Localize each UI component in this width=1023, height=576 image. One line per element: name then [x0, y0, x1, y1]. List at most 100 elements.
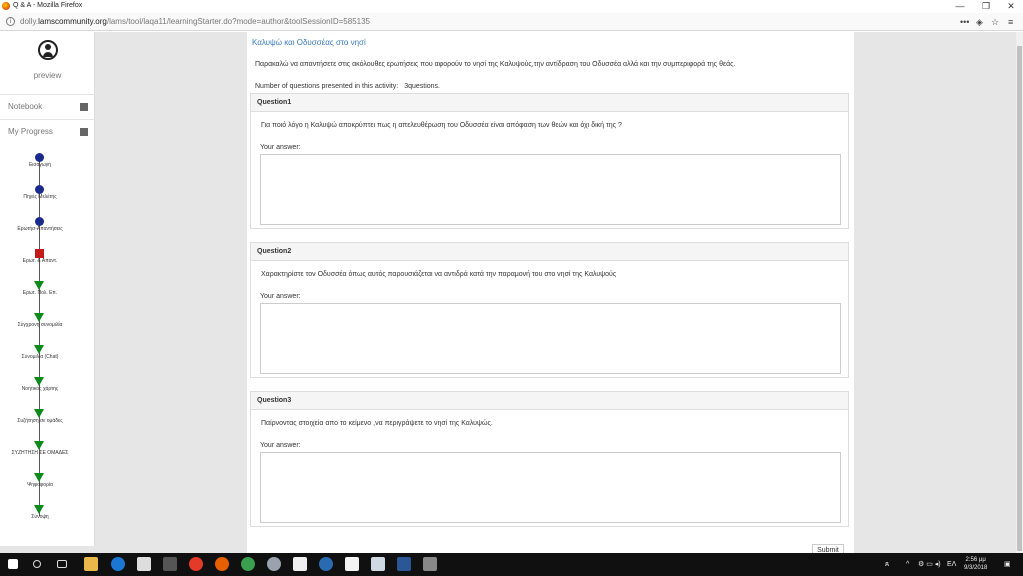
more-icon[interactable]: ••• — [960, 13, 969, 31]
url-text[interactable]: dolly.lamscommunity.org/lams/tool/laqa11… — [20, 13, 370, 31]
app4-icon[interactable] — [371, 557, 385, 571]
tray-chevron-icon[interactable]: ^ — [906, 553, 909, 576]
map-icon — [80, 128, 88, 136]
question-header: Question2 — [251, 243, 848, 261]
avatar — [38, 40, 58, 60]
completed-step-icon — [35, 217, 44, 226]
upcoming-step-icon — [34, 473, 44, 482]
answer-label: Your answer: — [260, 144, 301, 151]
app3-icon[interactable] — [267, 557, 281, 571]
upcoming-step-icon — [34, 313, 44, 322]
clock-date: 9/3/2018 — [964, 565, 988, 571]
chrome-icon[interactable] — [189, 557, 203, 571]
mail-icon[interactable] — [293, 557, 307, 571]
url-bar[interactable]: i dolly.lamscommunity.org/lams/tool/laqa… — [0, 13, 1023, 31]
step-label: Εισαγωγή — [28, 162, 52, 168]
step-label: Σύγχρονη συνομιλία — [17, 322, 63, 328]
close-button[interactable]: ✕ — [1001, 0, 1021, 12]
preview-label: preview — [33, 71, 62, 80]
page-area: preview Notebook My Progress Εισαγωγή Πη… — [0, 32, 1023, 558]
my-progress-label: My Progress — [8, 127, 53, 136]
search-icon[interactable] — [33, 560, 41, 568]
current-step-icon — [35, 249, 44, 258]
step-11[interactable]: Ψηφοφορία — [0, 473, 80, 503]
scrollbar-thumb[interactable] — [1017, 46, 1022, 551]
question-count: Number of questions presented in this ac… — [255, 83, 440, 90]
question-text: Παίρνοντας στοιχεία απο το κείμενο ,να π… — [261, 420, 493, 427]
step-label: Συζήτηση σε ομάδες — [17, 418, 63, 424]
question-panel-2: Question2 Χαρακτηρίστε τον Οδυσσέα όπως … — [250, 242, 849, 378]
store-icon[interactable] — [137, 557, 151, 571]
notifications-icon[interactable]: ▣ — [1004, 553, 1011, 576]
question-header: Question3 — [251, 392, 848, 410]
step-label: Ερωτ. Πολ. Επ. — [22, 290, 58, 296]
edge-icon[interactable] — [111, 557, 125, 571]
step-label: Ερωτήσ-Απαντήσεις — [17, 226, 63, 232]
completed-step-icon — [35, 185, 44, 194]
minimize-button[interactable]: — — [950, 0, 970, 12]
question-panel-3: Question3 Παίρνοντας στοιχεία απο το κεί… — [250, 391, 849, 527]
upcoming-step-icon — [34, 409, 44, 418]
my-progress-link[interactable]: My Progress — [0, 119, 95, 143]
window-title: Q & A - Mozilla Firefox — [13, 2, 83, 9]
answer-textarea-2[interactable] — [260, 303, 841, 374]
question-text: Χαρακτηρίστε τον Οδυσσέα όπως αυτός παρο… — [261, 271, 617, 278]
step-3[interactable]: Ερωτήσ-Απαντήσεις — [0, 217, 80, 247]
restore-button[interactable]: ❐ — [976, 0, 996, 12]
page-scrollbar[interactable] — [1016, 32, 1023, 553]
progress-steps: Εισαγωγή Πηγές Μελέτης Ερωτήσ-Απαντήσεις… — [0, 150, 95, 530]
word-icon[interactable] — [397, 557, 411, 571]
app5-icon[interactable] — [423, 557, 437, 571]
window-titlebar: Q & A - Mozilla Firefox — ❐ ✕ — [0, 0, 1023, 12]
step-2[interactable]: Πηγές Μελέτης — [0, 185, 80, 215]
notebook-link[interactable]: Notebook — [0, 94, 95, 118]
step-8[interactable]: Νοητικός χάρτης — [0, 377, 80, 407]
step-label: Σύνοψη — [31, 514, 49, 520]
app2-icon[interactable] — [241, 557, 255, 571]
step-label: Ψηφοφορία — [27, 482, 53, 488]
answer-label: Your answer: — [260, 442, 301, 449]
pocket-icon[interactable]: ◈ — [976, 13, 983, 31]
firefox-icon — [2, 2, 10, 10]
start-icon[interactable] — [8, 559, 18, 569]
tray-icons[interactable]: ⚙ ▭ ◂) — [918, 553, 941, 576]
step-label: Ερωτ. & Απαντ. — [22, 258, 58, 264]
step-9[interactable]: Συζήτηση σε ομάδες — [0, 409, 80, 439]
step-5[interactable]: Ερωτ. Πολ. Επ. — [0, 281, 80, 311]
question-panel-1: Question1 Για ποιό λόγο η Καλυψώ αποκρύπ… — [250, 93, 849, 229]
people-icon[interactable]: ጸ — [885, 553, 889, 576]
firefox-taskbar-icon[interactable] — [215, 557, 229, 571]
question-text: Για ποιό λόγο η Καλυψώ αποκρύπτει πως η … — [261, 122, 622, 129]
upcoming-step-icon — [34, 345, 44, 354]
step-10[interactable]: ΣΥΖΗΤΗΣΗ ΣΕ ΟΜΑΔΕΣ — [0, 441, 80, 471]
clock[interactable]: 2:56 μμ 9/3/2018 — [964, 556, 987, 572]
upcoming-step-icon — [34, 281, 44, 290]
answer-textarea-3[interactable] — [260, 452, 841, 523]
answer-textarea-1[interactable] — [260, 154, 841, 225]
step-12[interactable]: Σύνοψη — [0, 505, 80, 535]
menu-icon[interactable]: ≡ — [1008, 13, 1013, 31]
step-label: ΣΥΖΗΤΗΣΗ ΣΕ ΟΜΑΔΕΣ — [11, 450, 69, 456]
activity-instructions: Παρακαλώ να απαντήσετε στις ακόλουθες ερ… — [255, 61, 736, 68]
activity-title: Καλυψώ και Οδυσσέας στο νησί — [252, 38, 366, 47]
step-1[interactable]: Εισαγωγή — [0, 153, 80, 183]
step-label: Πηγές Μελέτης — [23, 194, 57, 200]
task-view-icon[interactable] — [57, 560, 67, 568]
upcoming-step-icon — [34, 377, 44, 386]
step-7[interactable]: Συνομιλία (Chat) — [0, 345, 80, 375]
question-header: Question1 — [251, 94, 848, 112]
writer-icon[interactable] — [345, 557, 359, 571]
step-4[interactable]: Ερωτ. & Απαντ. — [0, 249, 80, 279]
sidebar: preview Notebook My Progress Εισαγωγή Πη… — [0, 32, 95, 546]
activity-content: Καλυψώ και Οδυσσέας στο νησί Παρακαλώ να… — [247, 32, 854, 558]
network-icon[interactable] — [319, 557, 333, 571]
app-icon[interactable] — [163, 557, 177, 571]
answer-label: Your answer: — [260, 293, 301, 300]
bookmark-star-icon[interactable]: ☆ — [991, 13, 999, 31]
file-explorer-icon[interactable] — [84, 557, 98, 571]
clock-time: 2:56 μμ — [965, 557, 986, 563]
language-indicator[interactable]: ΕΛ — [947, 553, 956, 576]
upcoming-step-icon — [34, 441, 44, 450]
info-icon[interactable]: i — [6, 17, 15, 26]
step-6[interactable]: Σύγχρονη συνομιλία — [0, 313, 80, 343]
